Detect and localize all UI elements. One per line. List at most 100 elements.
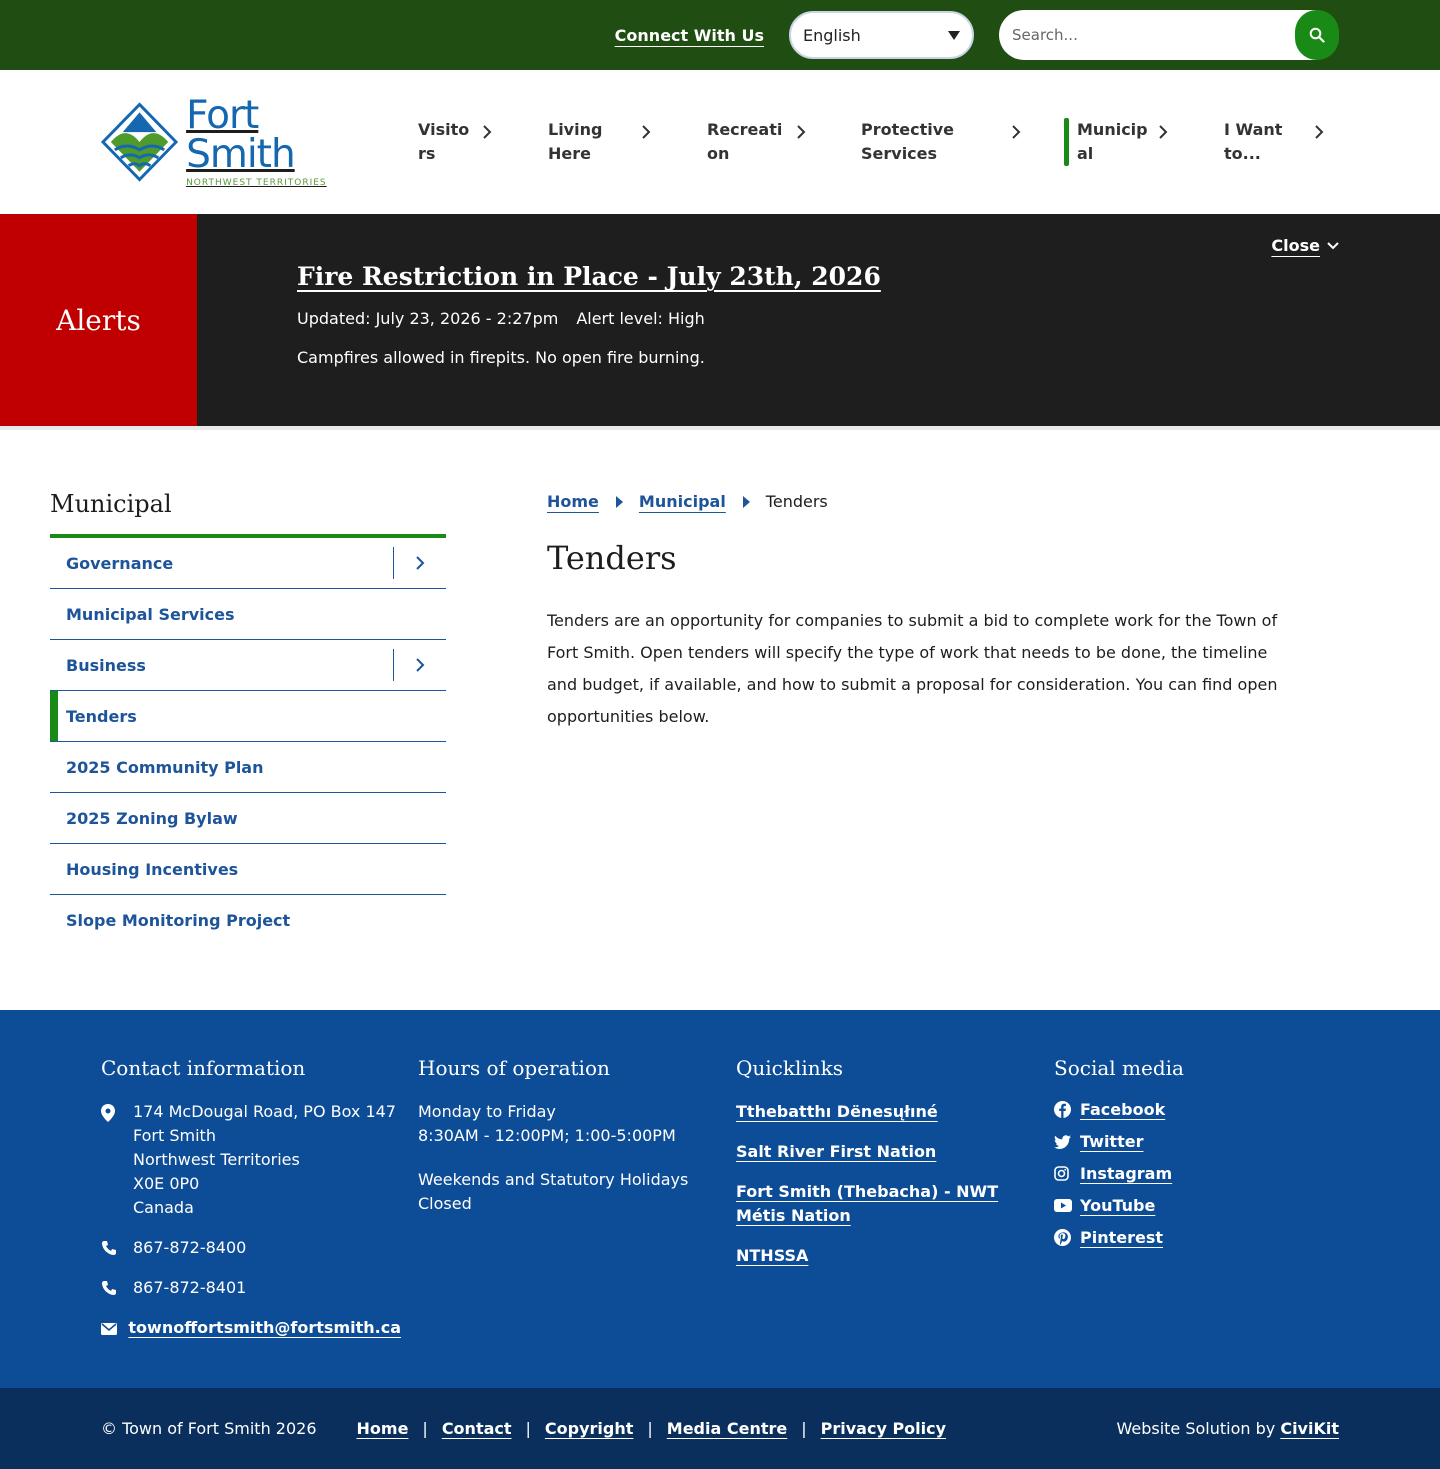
contact-email-row: townoffortsmith@fortsmith.ca	[101, 1316, 401, 1340]
alert-banner: Alerts Fire Restriction in Place - July …	[0, 214, 1440, 426]
twitter-link[interactable]: Twitter	[1080, 1132, 1143, 1151]
civikit-link[interactable]: CiviKit	[1280, 1419, 1339, 1438]
quicklink[interactable]: Fort Smith (Thebacha) - NWT Métis Nation	[736, 1180, 1016, 1228]
contact-phone-row: 867-872-8400	[101, 1236, 401, 1260]
sidebar-item-community-plan[interactable]: 2025 Community Plan	[50, 742, 446, 793]
nav-item-protective-services[interactable]: Protective Services	[861, 118, 1031, 166]
sidebar-title: Municipal	[50, 490, 446, 538]
expand-business-button[interactable]	[393, 649, 446, 681]
sidebar-item-zoning-bylaw[interactable]: 2025 Zoning Bylaw	[50, 793, 446, 844]
footer-home-link[interactable]: Home	[357, 1419, 409, 1438]
address-line: 174 McDougal Road, PO Box 147	[133, 1102, 396, 1121]
page-content: Home Municipal Tenders Tenders Tenders a…	[547, 492, 1287, 733]
nav-item-visitors[interactable]: Visitors	[418, 118, 508, 166]
nav-item-i-want-to[interactable]: I Want to...	[1224, 118, 1334, 166]
address-line: Northwest Territories	[133, 1150, 300, 1169]
main-nav: Visitors Living Here Recreation Protecti…	[0, 70, 1440, 214]
footer-contact-link[interactable]: Contact	[442, 1419, 512, 1438]
footer-hours-title: Hours of operation	[418, 1056, 610, 1080]
sidebar-item-label: Business	[66, 655, 146, 675]
link-separator: |	[422, 1419, 428, 1438]
sidebar-item-label: Governance	[66, 553, 174, 573]
twitter-icon	[1054, 1134, 1071, 1149]
youtube-icon	[1054, 1199, 1072, 1212]
search-icon	[1309, 27, 1325, 43]
nav-item-recreation[interactable]: Recreation	[707, 118, 817, 166]
alert-title-link[interactable]: Fire Restriction in Place - July 23th, 2…	[297, 262, 881, 291]
page-title: Tenders	[547, 539, 677, 577]
alert-body: Fire Restriction in Place - July 23th, 2…	[197, 214, 1440, 426]
hours-weekend: Weekends and Statutory Holidays	[418, 1170, 689, 1189]
expand-governance-button[interactable]	[393, 547, 446, 579]
search-input[interactable]	[1012, 26, 1272, 44]
sidebar-item-housing-incentives[interactable]: Housing Incentives	[50, 844, 446, 895]
quicklink[interactable]: Salt River First Nation	[736, 1140, 1016, 1164]
phone-number: 867-872-8400	[133, 1238, 247, 1257]
phone-icon	[102, 1241, 116, 1255]
link-separator: |	[647, 1419, 653, 1438]
pinterest-link[interactable]: Pinterest	[1080, 1228, 1163, 1247]
footer-hours: Hours of operation Monday to Friday 8:30…	[418, 1056, 708, 1216]
chevron-right-icon	[1012, 125, 1021, 139]
site-credit: Website Solution by CiviKit	[1116, 1419, 1339, 1438]
footer-copyright-link[interactable]: Copyright	[545, 1419, 633, 1438]
sidebar-item-business[interactable]: Business	[50, 640, 446, 691]
quicklink[interactable]: Tthebatthı Dënesųłıné	[736, 1100, 1016, 1124]
connect-with-us-link[interactable]: Connect With Us	[615, 26, 764, 45]
nav-item-label: I Want to...	[1224, 120, 1283, 163]
alert-label: Alerts	[56, 303, 141, 337]
nav-item-label: Living Here	[548, 120, 603, 163]
alert-label-box: Alerts	[0, 214, 197, 426]
language-select-value: English	[803, 25, 861, 45]
footer-media-centre-link[interactable]: Media Centre	[667, 1419, 787, 1438]
breadcrumb-municipal-link[interactable]: Municipal	[639, 492, 726, 511]
breadcrumb: Home Municipal Tenders	[547, 492, 1287, 511]
nav-item-label: Recreation	[707, 120, 783, 163]
instagram-link[interactable]: Instagram	[1080, 1164, 1172, 1183]
nav-item-living-here[interactable]: Living Here	[548, 118, 658, 166]
youtube-link[interactable]: YouTube	[1080, 1196, 1155, 1215]
map-pin-icon	[101, 1104, 115, 1122]
footer-social-title: Social media	[1054, 1056, 1184, 1080]
facebook-link[interactable]: Facebook	[1080, 1100, 1165, 1119]
section-sidebar: Municipal Governance Municipal Services …	[50, 490, 446, 946]
alert-description: Campfires allowed in firepits. No open f…	[297, 348, 705, 367]
phone-icon	[102, 1281, 116, 1295]
caret-down-icon	[948, 30, 960, 40]
nav-item-label: Municipal	[1077, 120, 1148, 163]
phone-number: 867-872-8401	[133, 1278, 247, 1297]
chevron-right-icon	[642, 125, 651, 139]
main-area: Municipal Governance Municipal Services …	[0, 430, 1440, 1010]
alert-close-button[interactable]: Close	[1271, 236, 1340, 255]
nav-item-municipal[interactable]: Municipal	[1064, 118, 1187, 166]
sidebar-item-municipal-services[interactable]: Municipal Services	[50, 589, 446, 640]
link-separator: |	[801, 1419, 807, 1438]
chevron-right-icon	[416, 658, 425, 672]
chevron-right-icon	[1315, 125, 1324, 139]
footer-contact: Contact information 174 McDougal Road, P…	[101, 1056, 401, 1356]
breadcrumb-current: Tenders	[765, 492, 828, 511]
quicklink[interactable]: NTHSSA	[736, 1244, 1016, 1268]
search-button[interactable]	[1295, 10, 1339, 60]
breadcrumb-home-link[interactable]: Home	[547, 492, 599, 511]
site-footer: Contact information 174 McDougal Road, P…	[0, 1010, 1440, 1388]
contact-address-row: 174 McDougal Road, PO Box 147 Fort Smith…	[101, 1100, 401, 1220]
sidebar-item-label: Slope Monitoring Project	[66, 911, 291, 930]
sidebar-item-slope-monitoring[interactable]: Slope Monitoring Project	[50, 895, 446, 946]
language-select[interactable]: English	[789, 11, 974, 59]
chevron-right-icon	[1159, 125, 1168, 139]
footer-quicklinks-title: Quicklinks	[736, 1056, 844, 1080]
credit-prefix: Website Solution by	[1116, 1419, 1276, 1438]
footer-privacy-policy-link[interactable]: Privacy Policy	[821, 1419, 946, 1438]
utility-bar: Connect With Us English	[0, 0, 1440, 70]
email-link[interactable]: townoffortsmith@fortsmith.ca	[128, 1316, 401, 1340]
sidebar-item-governance[interactable]: Governance	[50, 538, 446, 589]
address-line: Canada	[133, 1198, 194, 1217]
sidebar-item-tenders[interactable]: Tenders	[50, 691, 446, 742]
footer-contact-title: Contact information	[101, 1056, 306, 1080]
sidebar-item-label: Housing Incentives	[66, 859, 239, 879]
envelope-icon	[101, 1323, 117, 1335]
facebook-icon	[1054, 1101, 1071, 1118]
sidebar-item-label: Tenders	[66, 706, 137, 726]
link-separator: |	[525, 1419, 531, 1438]
